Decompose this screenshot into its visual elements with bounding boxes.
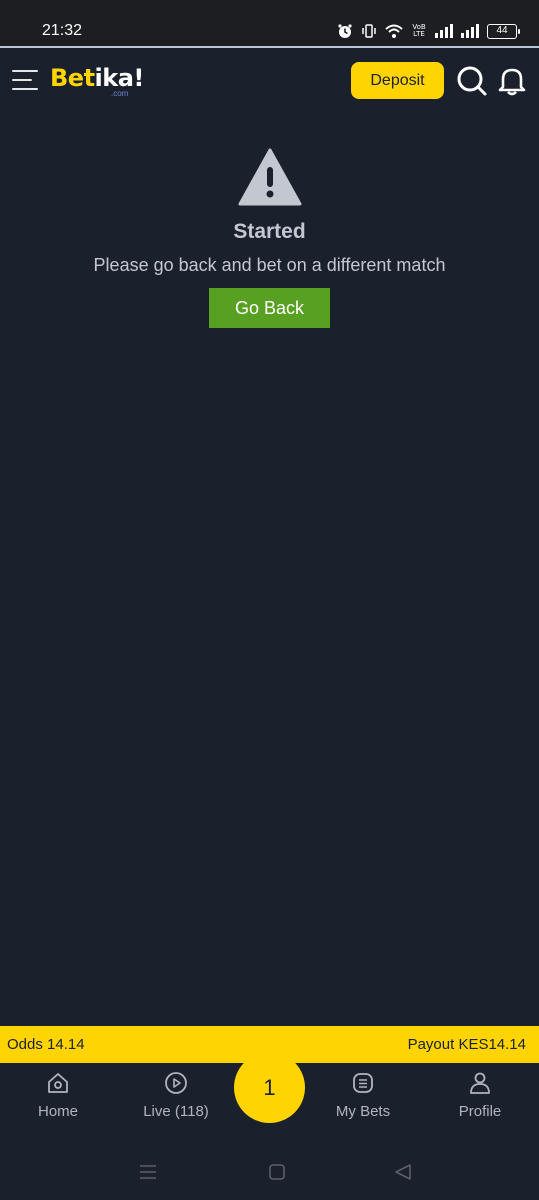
nav-label-profile: Profile <box>458 1103 502 1120</box>
bottom-nav: Home Live (118) 1 My Bets Profile <box>0 1052 539 1145</box>
nav-label-my-bets: My Bets <box>335 1103 391 1120</box>
alarm-icon <box>338 24 352 38</box>
play-icon <box>165 1072 187 1094</box>
match-started-message: Started Please go back and bet on a diff… <box>0 148 539 328</box>
menu-button[interactable] <box>12 68 40 92</box>
nav-item-live[interactable]: Live (118) <box>121 1071 231 1120</box>
menu-icon-line <box>12 79 32 81</box>
recents-icon[interactable] <box>139 1163 157 1181</box>
betslip-payout: Payout KES14.14 <box>407 1036 526 1053</box>
search-button[interactable] <box>456 65 488 97</box>
logo-domain: .com <box>111 89 129 98</box>
bell-icon <box>498 68 526 96</box>
nav-item-my-bets[interactable]: My Bets <box>308 1071 418 1120</box>
menu-icon-line <box>12 70 38 72</box>
deposit-button[interactable]: Deposit <box>351 62 444 99</box>
notifications-button[interactable] <box>497 65 527 97</box>
logo-text: Betika! <box>50 64 144 92</box>
signal-icon <box>435 24 453 38</box>
volte-bottom: LTE <box>413 30 425 38</box>
betslip-count-button[interactable]: 1 <box>234 1052 305 1123</box>
home-system-icon[interactable] <box>268 1163 286 1181</box>
home-icon <box>48 1073 68 1093</box>
signal-icon <box>461 24 479 38</box>
vibrate-icon <box>362 24 376 38</box>
nav-item-home[interactable]: Home <box>3 1071 113 1120</box>
nav-item-profile[interactable]: Profile <box>425 1071 535 1120</box>
logo[interactable]: Betika! .com <box>50 64 144 100</box>
warning-icon <box>238 148 301 206</box>
status-bar: 21:32 VoB LTE 44 <box>0 0 539 48</box>
message-text: Please go back and bet on a different ma… <box>93 255 446 275</box>
betslip-odds: Odds 14.14 <box>7 1036 85 1053</box>
app-header: Betika! .com Deposit <box>0 50 539 112</box>
status-time: 21:32 <box>42 22 83 39</box>
search-icon <box>457 66 487 96</box>
logo-main: Bet <box>50 64 95 92</box>
volte-indicator: VoB LTE <box>411 24 427 38</box>
profile-icon <box>470 1072 490 1094</box>
system-nav-bar <box>0 1145 539 1200</box>
bets-icon <box>353 1073 373 1093</box>
go-back-button[interactable]: Go Back <box>209 288 330 328</box>
wifi-icon <box>385 24 403 38</box>
message-title: Started <box>233 220 306 243</box>
back-icon[interactable] <box>394 1163 412 1181</box>
nav-label-home: Home <box>37 1103 78 1120</box>
status-icons: VoB LTE 44 <box>337 20 520 42</box>
nav-label-live: Live (118) <box>143 1103 209 1120</box>
logo-accent: ika! <box>94 64 145 92</box>
menu-icon-line <box>12 88 38 90</box>
battery-icon: 44 <box>487 23 520 39</box>
